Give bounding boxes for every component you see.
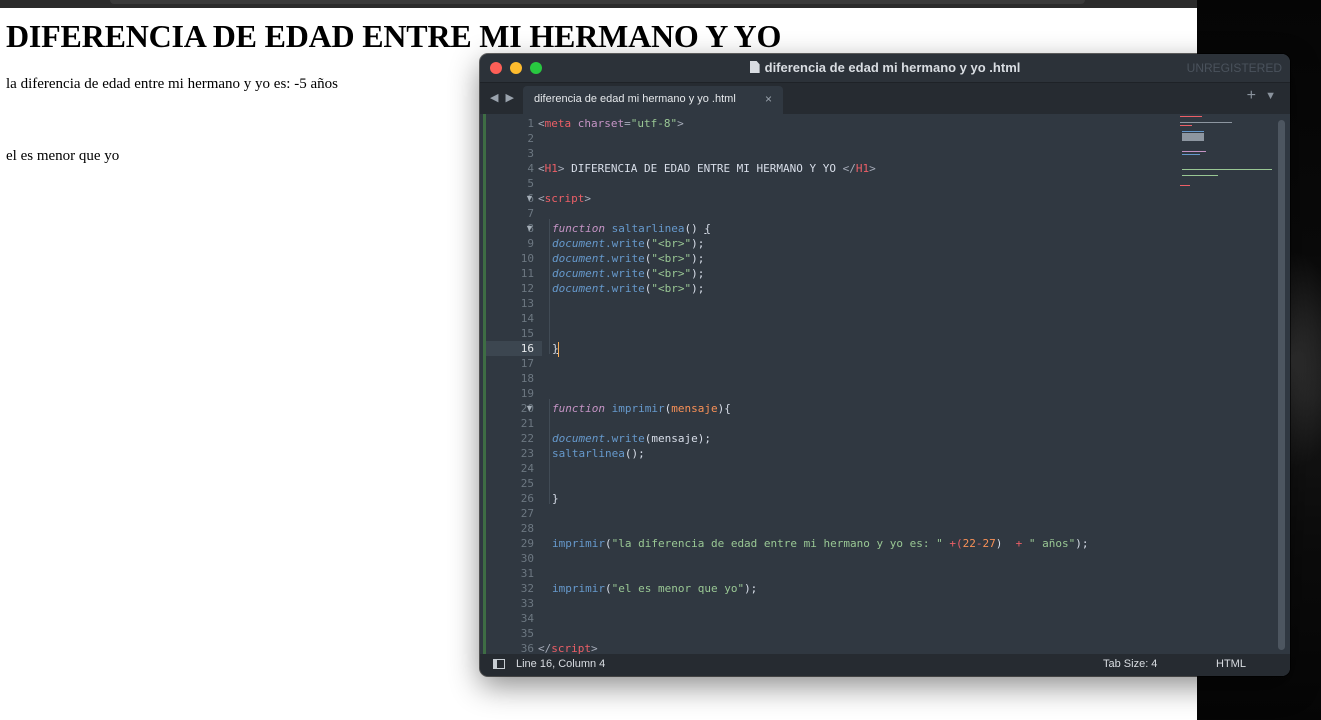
code-line-12: document.write("<br>"); [552, 282, 705, 295]
window-title-text: diferencia de edad mi hermano y yo .html [764, 60, 1021, 75]
line-number: 33 [520, 597, 534, 610]
line-number: 34 [520, 612, 534, 625]
code-content[interactable]: <meta charset="utf-8"> <H1> DIFERENCIA D… [538, 114, 1158, 655]
tab-file[interactable]: diferencia de edad mi hermano y yo .html… [523, 86, 783, 114]
line-number: 32 [520, 582, 534, 595]
line-number: 5 [527, 177, 534, 190]
line-number: 28 [520, 522, 534, 535]
line-number: 24 [520, 462, 534, 475]
line-number: 25 [520, 477, 534, 490]
line-number: 16 [520, 342, 534, 355]
minimap[interactable] [1180, 114, 1276, 194]
line-number: 31 [520, 567, 534, 580]
code-line-23: saltarlinea(); [552, 447, 645, 460]
line-number: 23 [520, 447, 534, 460]
line-number: 15 [520, 327, 534, 340]
tab-close-icon[interactable]: × [765, 92, 772, 106]
line-number: 26 [520, 492, 534, 505]
line-number: 4 [527, 162, 534, 175]
line-number: 27 [520, 507, 534, 520]
fold-arrow-icon[interactable]: ▼ [525, 221, 534, 236]
line-number: 21 [520, 417, 534, 430]
line-number: 18 [520, 372, 534, 385]
toggle-side-panel-icon[interactable] [493, 659, 505, 669]
line-number: 2 [527, 132, 534, 145]
status-syntax[interactable]: HTML [1216, 658, 1246, 670]
tab-label: diferencia de edad mi hermano y yo .html [534, 93, 736, 105]
indent-guide [549, 399, 550, 504]
status-cursor-position[interactable]: Line 16, Column 4 [516, 658, 605, 670]
vertical-scrollbar[interactable] [1278, 120, 1285, 650]
page-line-difference: la diferencia de edad entre mi hermano y… [6, 76, 338, 92]
page-heading: DIFERENCIA DE EDAD ENTRE MI HERMANO Y YO [6, 18, 782, 54]
code-line-1: <meta charset="utf-8"> [538, 117, 684, 130]
status-tab-size[interactable]: Tab Size: 4 [1103, 658, 1157, 670]
text-caret [558, 342, 559, 357]
document-icon [749, 61, 760, 73]
code-line-32: imprimir("el es menor que yo"); [552, 582, 758, 595]
line-number: 35 [520, 627, 534, 640]
code-line-20: function imprimir(mensaje){ [552, 402, 731, 415]
code-line-29: imprimir("la diferencia de edad entre mi… [552, 537, 1089, 550]
code-line-10: document.write("<br>"); [552, 252, 705, 265]
page-line-younger: el es menor que yo [6, 148, 120, 164]
line-number: 3 [527, 147, 534, 160]
code-line-11: document.write("<br>"); [552, 267, 705, 280]
line-number: 10 [520, 252, 534, 265]
code-editor[interactable]: 1 2 3 4 5 6 ▼ 7 8 ▼ 9 10 11 12 13 14 15 16 17 18 19 20 ▼ 21 22 23… [480, 114, 1290, 655]
code-line-6: <script> [538, 192, 591, 205]
tab-nav-arrows-icon[interactable]: ◀ ▶ [490, 91, 516, 104]
indent-guide [549, 219, 550, 354]
window-title: diferencia de edad mi hermano y yo .html [480, 60, 1290, 75]
line-number: 12 [520, 282, 534, 295]
code-line-22: document.write(mensaje); [552, 432, 711, 445]
browser-top-strip [0, 0, 1197, 8]
unregistered-label: UNREGISTERED [1186, 61, 1282, 75]
line-number: 11 [520, 267, 534, 280]
fold-arrow-icon[interactable]: ▼ [525, 401, 534, 416]
line-number: 7 [527, 207, 534, 220]
new-tab-icon[interactable]: + [1247, 87, 1256, 105]
line-number: 9 [527, 237, 534, 250]
line-number: 1 [527, 117, 534, 130]
line-number: 29 [520, 537, 534, 550]
line-number: 14 [520, 312, 534, 325]
tab-bar: ◀ ▶ diferencia de edad mi hermano y yo .… [480, 83, 1290, 114]
code-line-26: } [552, 492, 559, 505]
line-number: 17 [520, 357, 534, 370]
line-number-gutter: 1 2 3 4 5 6 ▼ 7 8 ▼ 9 10 11 12 13 14 15 16 17 18 19 20 ▼ 21 22 23… [486, 114, 542, 655]
fold-arrow-icon[interactable]: ▼ [525, 191, 534, 206]
tab-menu-chevron-icon[interactable]: ▼ [1265, 90, 1276, 102]
status-bar: Line 16, Column 4 Tab Size: 4 HTML [480, 654, 1290, 676]
sublime-editor-window[interactable]: diferencia de edad mi hermano y yo .html… [480, 54, 1290, 676]
line-number: 19 [520, 387, 534, 400]
line-number: 22 [520, 432, 534, 445]
code-line-9: document.write("<br>"); [552, 237, 705, 250]
code-line-4: <H1> DIFERENCIA DE EDAD ENTRE MI HERMANO… [538, 162, 876, 175]
line-number: 13 [520, 297, 534, 310]
line-number: 30 [520, 552, 534, 565]
code-line-8: function saltarlinea() { [552, 222, 711, 235]
window-titlebar[interactable]: diferencia de edad mi hermano y yo .html… [480, 54, 1290, 83]
